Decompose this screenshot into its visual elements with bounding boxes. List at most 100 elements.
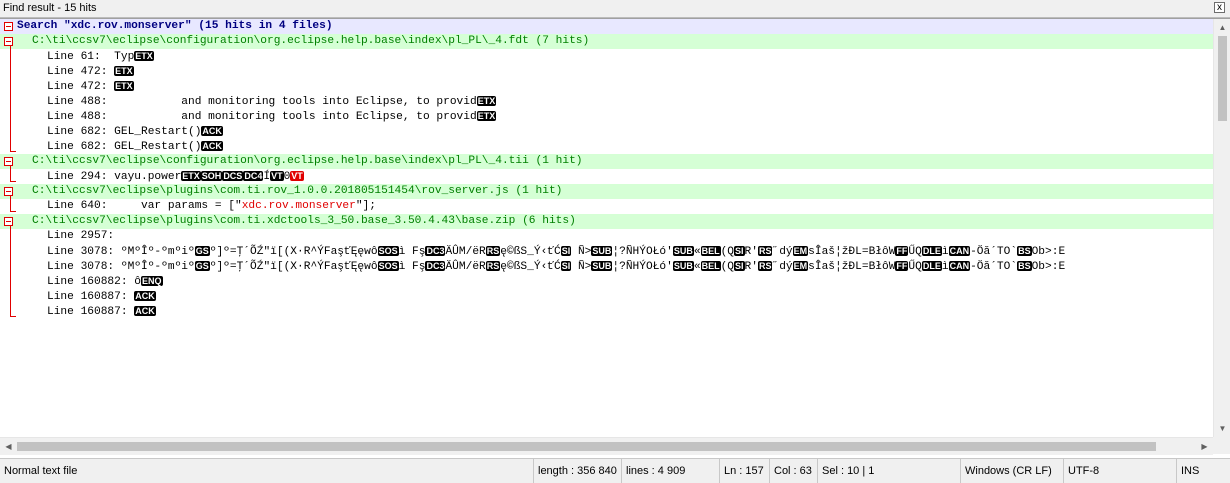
scroll-left-arrow-icon[interactable]: ◀ <box>0 438 17 455</box>
scroll-down-arrow-icon[interactable]: ▼ <box>1214 420 1230 437</box>
file-path-row[interactable]: C:\ti\ccsv7\eclipse\configuration\org.ec… <box>0 34 1213 49</box>
result-line-row[interactable]: Line 640: var params = ["xdc.rov.monserv… <box>0 199 1213 214</box>
result-line-row[interactable]: Line 488: and monitoring tools into Ecli… <box>0 94 1213 109</box>
result-line-row[interactable]: Line 160887: ACK <box>0 304 1213 319</box>
line-text: ˝dý <box>772 246 793 258</box>
status-bar: Normal text file length : 356 840 lines … <box>0 458 1230 483</box>
find-result-titlebar: Find result - 15 hits x <box>0 0 1230 18</box>
horizontal-scroll-thumb[interactable] <box>17 442 1156 451</box>
result-line-row[interactable]: Line 488: and monitoring tools into Ecli… <box>0 109 1213 124</box>
scroll-up-arrow-icon[interactable]: ▲ <box>1214 19 1230 36</box>
line-text: ÄÛM/ëR <box>445 246 486 258</box>
line-text: ŰQ <box>908 246 922 258</box>
control-char-badge: DC4 <box>243 171 264 181</box>
result-line-row[interactable]: Line 472: ETX <box>0 79 1213 94</box>
result-line-row[interactable]: Line 160882: ôENQ <box>0 274 1213 289</box>
vertical-scrollbar[interactable]: ▲ ▼ <box>1213 19 1230 437</box>
line-text: Line 682: <box>47 141 115 153</box>
line-text: º]º=Ţ´ÕŹ"ï[(X·R^ÝFaşťĘęwô <box>209 261 378 273</box>
line-text: Ob>:E <box>1031 246 1066 258</box>
file-path: C:\ti\ccsv7\eclipse\plugins\com.ti.xdcto… <box>32 215 576 227</box>
result-line-row[interactable]: Line 61: TypETX <box>0 49 1213 64</box>
line-text: Ñ> <box>571 261 592 273</box>
control-char-badge: EM <box>792 261 809 271</box>
control-char-badge: FF <box>895 246 909 256</box>
window-title: Find result - 15 hits <box>3 2 97 14</box>
control-char-badge: BS <box>1017 261 1032 271</box>
line-text: ¦?ÑHÝOŁó' <box>612 246 673 258</box>
result-line: Line 160882: ôENQ <box>47 274 163 290</box>
result-line-row[interactable]: Line 3078: ºMºÎº-ºmºiºGSº]º=Ţ´ÕŹ"ï[(X·R^… <box>0 259 1213 274</box>
collapse-icon[interactable] <box>4 217 13 226</box>
control-char-badge: DLE <box>921 261 942 271</box>
horizontal-scrollbar[interactable]: ◀ ▶ <box>0 437 1213 455</box>
line-text: Typ <box>114 51 135 63</box>
close-icon[interactable]: x <box>1214 2 1225 13</box>
line-text: var params = [" <box>114 200 242 212</box>
status-ln: Ln : 157 <box>719 459 769 483</box>
result-line-row[interactable]: Line 2957: <box>0 229 1213 244</box>
scroll-right-arrow-icon[interactable]: ▶ <box>1196 438 1213 455</box>
control-char-badge: DC3 <box>425 261 446 271</box>
find-result-panel: Search "xdc.rov.monserver" (15 hits in 4… <box>0 18 1230 459</box>
result-line-row[interactable]: Line 682: GEL_Restart()ACK <box>0 139 1213 154</box>
file-path-row[interactable]: C:\ti\ccsv7\eclipse\plugins\com.ti.rov_1… <box>0 184 1213 199</box>
search-summary: Search "xdc.rov.monserver" (15 hits in 4… <box>17 20 333 32</box>
control-char-badge: ETX <box>476 111 497 121</box>
control-char-badge: ETX <box>114 81 134 91</box>
line-text: and monitoring tools into Eclipse, to pr… <box>181 111 477 123</box>
line-text: Line 160887: <box>47 291 135 303</box>
line-text: Line 160887: <box>47 306 135 318</box>
line-text: ÄÛM/ëR <box>445 261 486 273</box>
line-text: Line 160882: <box>47 276 135 288</box>
line-text: GEL_Restart() <box>114 126 202 138</box>
control-char-badge: DCS <box>222 171 244 181</box>
status-length: length : 356 840 <box>533 459 621 483</box>
result-line-row[interactable]: Line 294: vayu.powerETX SOH DCS DC4ÍVT0VT <box>0 169 1213 184</box>
collapse-icon[interactable] <box>4 37 13 46</box>
collapse-icon[interactable] <box>4 187 13 196</box>
result-line: Line 294: vayu.powerETX SOH DCS DC4ÍVT0VT <box>47 169 304 185</box>
file-path-row[interactable]: C:\ti\ccsv7\eclipse\plugins\com.ti.xdcto… <box>0 214 1213 229</box>
line-text: Line 488: <box>47 96 182 108</box>
line-text: Ob>:E <box>1031 261 1066 273</box>
results-list[interactable]: Search "xdc.rov.monserver" (15 hits in 4… <box>0 19 1213 437</box>
line-text: R' <box>744 261 758 273</box>
search-summary-row[interactable]: Search "xdc.rov.monserver" (15 hits in 4… <box>0 19 1213 34</box>
tree-line <box>10 166 11 181</box>
file-path: C:\ti\ccsv7\eclipse\plugins\com.ti.rov_1… <box>32 185 563 197</box>
control-char-badge: EM <box>792 246 809 256</box>
line-text: Line 2957: <box>47 230 115 242</box>
line-text: Line 472: <box>47 81 115 93</box>
result-line: Line 3078: ºMºÎº-ºmºiºGSº]º=Ţ´ÕŹ"ï[(X·R^… <box>47 259 1065 275</box>
collapse-icon[interactable] <box>4 157 13 166</box>
control-char-badge: RS <box>757 261 773 271</box>
control-char-badge: ACK <box>201 141 223 151</box>
control-char-badge: GS <box>194 261 210 271</box>
result-line: Line 61: TypETX <box>47 49 154 65</box>
result-line-row[interactable]: Line 472: ETX <box>0 64 1213 79</box>
line-text: º]º=Ţ´ÕŹ"ï[(X·R^ÝFaşťĘęwô <box>209 246 378 258</box>
line-text: sÎaš¦žĐL=BłôW <box>808 246 896 258</box>
file-path-row[interactable]: C:\ti\ccsv7\eclipse\configuration\org.ec… <box>0 154 1213 169</box>
control-char-badge: SI <box>560 246 572 256</box>
tree-line <box>10 226 11 316</box>
control-char-badge: FF <box>895 261 909 271</box>
line-text: ŰQ <box>908 261 922 273</box>
line-text: and monitoring tools into Eclipse, to pr… <box>181 96 477 108</box>
result-line-row[interactable]: Line 3078: ºMºÎº-ºmºiºGSº]º=Ţ´ÕŹ"ï[(X·R^… <box>0 244 1213 259</box>
control-char-badge: SI <box>734 261 745 271</box>
result-line: Line 160887: ACK <box>47 289 156 305</box>
control-char-badge: SUB <box>672 246 694 256</box>
control-char-badge: ACK <box>134 306 156 316</box>
result-line-row[interactable]: Line 682: GEL_Restart()ACK <box>0 124 1213 139</box>
control-char-badge: ACK <box>134 291 156 301</box>
vertical-scroll-thumb[interactable] <box>1218 36 1227 121</box>
line-text: « <box>693 261 701 273</box>
result-line-row[interactable]: Line 160887: ACK <box>0 289 1213 304</box>
line-text: Line 294: <box>47 171 115 183</box>
collapse-icon[interactable] <box>4 22 13 31</box>
control-char-badge: BEL <box>700 246 721 256</box>
line-text: ę©ßS_Ý‹ťĆ <box>500 246 561 258</box>
control-char-badge: RS <box>757 246 773 256</box>
